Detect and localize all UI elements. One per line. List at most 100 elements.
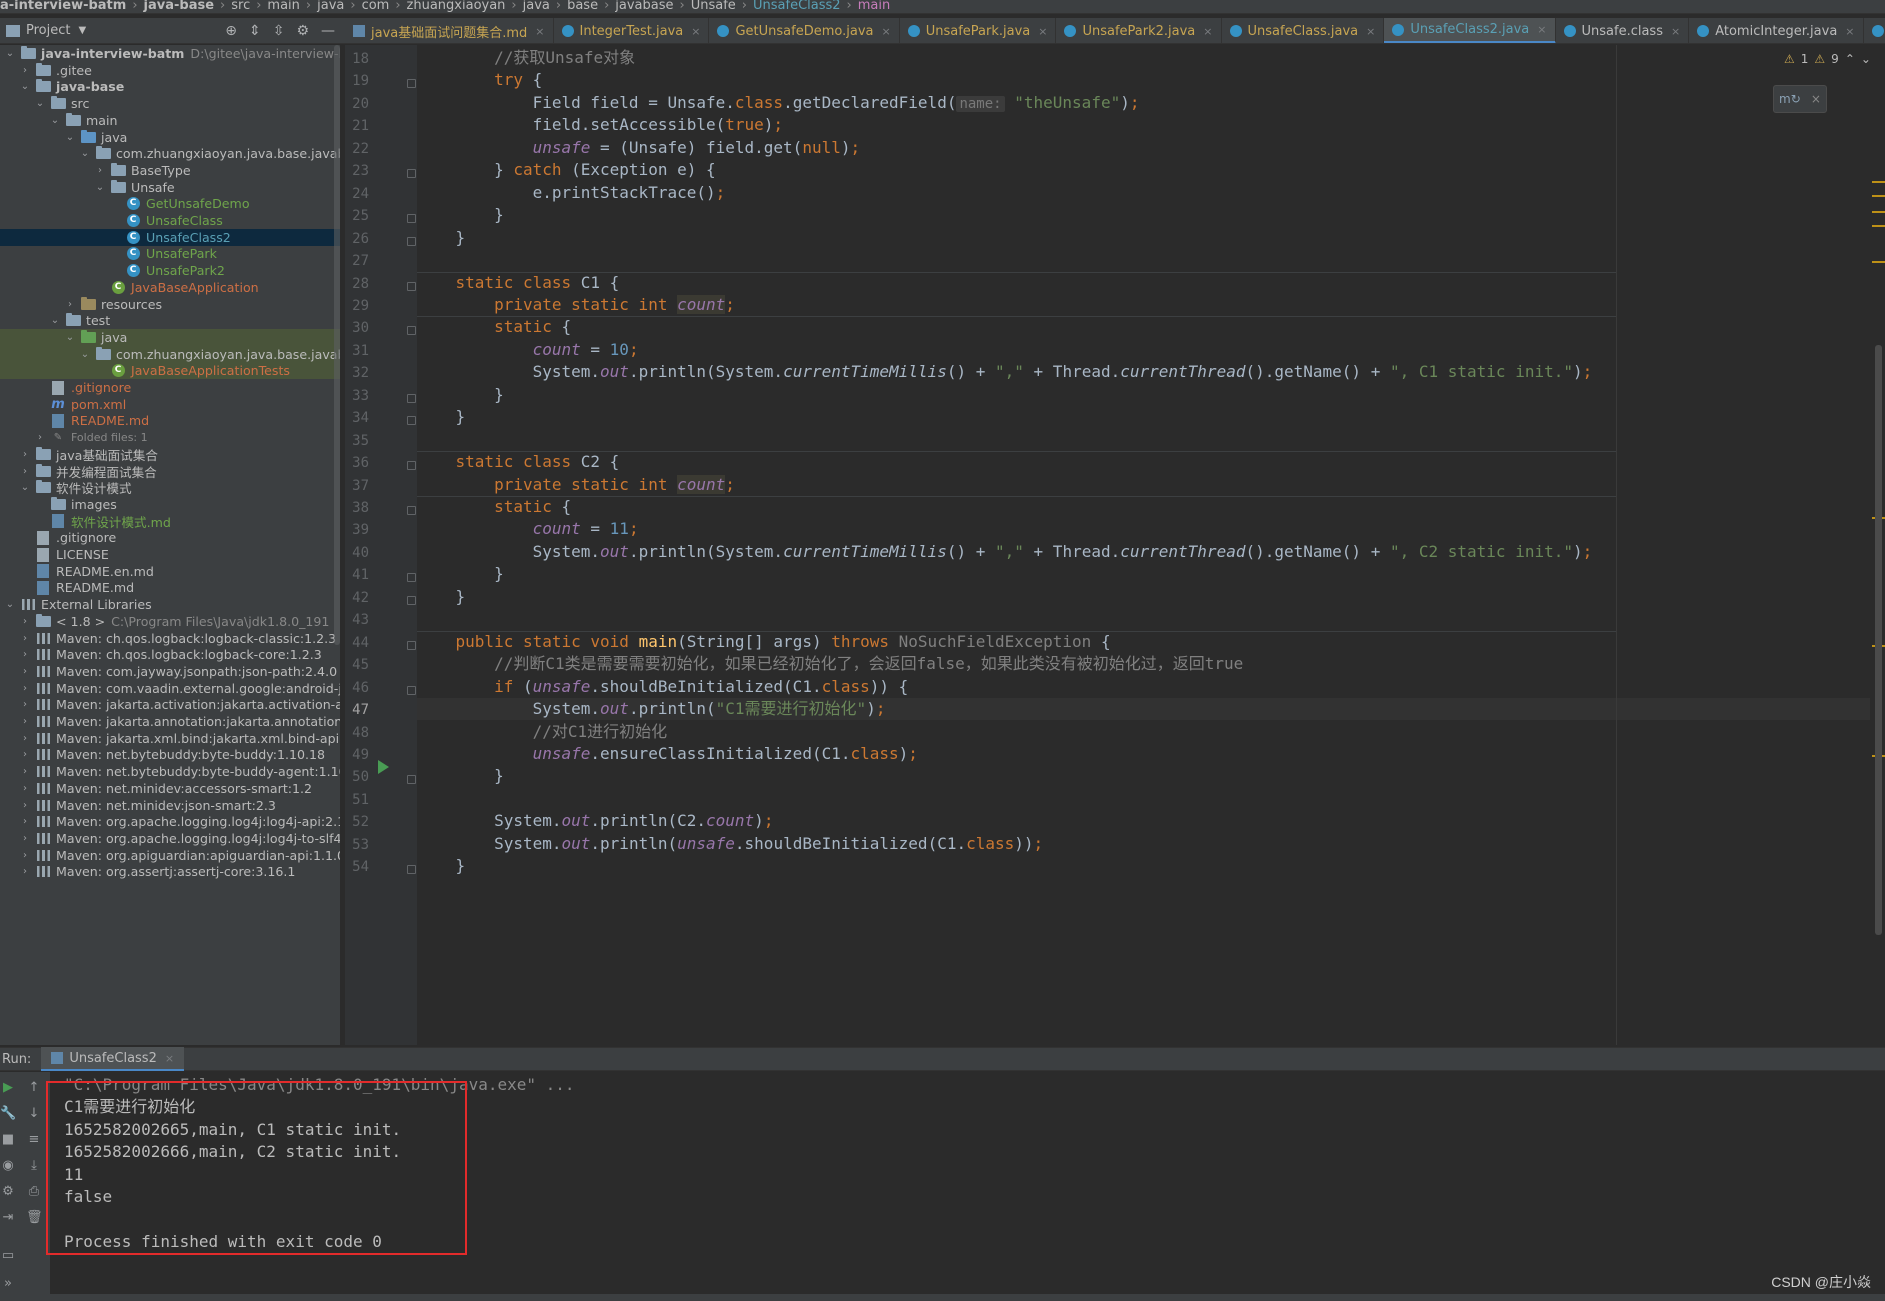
editor-tab[interactable]: java基础面试问题集合.md × [345, 18, 554, 43]
tree-item[interactable]: LICENSE [0, 546, 340, 563]
chevron-down-icon[interactable]: ⌄ [34, 98, 46, 109]
chevron-right-icon[interactable]: › [19, 833, 31, 844]
code-line[interactable]: static { [417, 316, 1870, 338]
code-line[interactable]: count = 11; [417, 518, 1870, 540]
chevron-right-icon[interactable]: › [19, 766, 31, 777]
chevron-right-icon[interactable]: › [19, 666, 31, 677]
chevron-down-icon[interactable]: ⌄ [49, 115, 61, 126]
chevron-down-icon[interactable]: ⌄ [79, 148, 91, 159]
code-line[interactable]: System.out.println(System.currentTimeMil… [417, 541, 1870, 563]
close-icon[interactable]: × [1671, 25, 1680, 38]
chevron-right-icon[interactable]: › [19, 649, 31, 660]
project-panel-title[interactable]: Project [26, 23, 70, 38]
breadcrumb-item[interactable]: a-interview-batm [0, 0, 126, 13]
breadcrumb-item[interactable]: com [362, 0, 390, 13]
chevron-down-icon[interactable]: ⌄ [64, 332, 76, 343]
warning-stripe[interactable] [1872, 211, 1885, 213]
tree-item[interactable]: › Maven: net.bytebuddy:byte-buddy:1.10.18 [0, 746, 340, 763]
fold-marker-icon[interactable] [407, 79, 416, 89]
tree-item[interactable]: › Maven: net.minidev:accessors-smart:1.2 [0, 780, 340, 797]
code-line[interactable] [417, 429, 1870, 451]
close-icon[interactable]: × [1038, 25, 1047, 38]
tree-item[interactable]: C UnsafePark2 [0, 262, 340, 279]
chevron-down-icon[interactable]: ⌄ [19, 81, 31, 92]
fold-marker-icon[interactable] [407, 461, 416, 471]
fold-marker-icon[interactable] [407, 775, 416, 785]
editor-tab[interactable]: IntegerTest.java × [554, 18, 710, 43]
code-line[interactable]: static class C2 { [417, 451, 1870, 473]
fold-marker-icon[interactable] [407, 236, 416, 246]
code-line[interactable] [417, 788, 1870, 810]
tree-item[interactable]: ⌄ java-interview-batm D:\gitee\java-interv… [0, 45, 340, 62]
chevron-right-icon[interactable]: › [19, 733, 31, 744]
tree-item[interactable]: ⌄ com.zhuangxiaoyan.java.base.javabase [0, 345, 340, 363]
tree-item[interactable]: README.md [0, 579, 340, 596]
scroll-to-end-icon[interactable]: ⤓ [26, 1158, 42, 1174]
tree-item[interactable]: › Maven: jakarta.xml.bind:jakarta.xml.bin… [0, 730, 340, 747]
tree-item[interactable]: C UnsafeClass [0, 212, 340, 229]
tree-item[interactable]: ⌄ External Libraries [0, 596, 340, 613]
code-line[interactable]: //判断C1类是需要需要初始化，如果已经初始化了，会返回false，如果此类没有… [417, 653, 1870, 675]
project-tree[interactable]: ⌄ java-interview-batm D:\gitee\java-interv… [0, 45, 340, 1045]
tree-item[interactable]: › Maven: org.assertj:assertj-core:3.16.1 [0, 863, 340, 880]
tree-item[interactable]: m pom.xml [0, 396, 340, 413]
breadcrumb-item[interactable]: java [523, 0, 550, 13]
stop-icon[interactable]: ■ [0, 1132, 16, 1148]
breadcrumb-item[interactable]: java-base [144, 0, 215, 13]
fold-marker-icon[interactable] [407, 416, 416, 426]
code-line[interactable]: if (unsafe.shouldBeInitialized(C1.class)… [417, 676, 1870, 698]
warning-stripe[interactable] [1872, 195, 1885, 197]
code-line[interactable]: } [417, 765, 1870, 787]
code-line[interactable]: e.printStackTrace(); [417, 182, 1870, 204]
code-line[interactable] [417, 249, 1870, 271]
tree-item[interactable]: ⌄ test [0, 312, 340, 329]
code-line[interactable]: static class C1 { [417, 272, 1870, 294]
chevron-down-icon[interactable]: ⌄ [19, 482, 31, 493]
chevron-down-icon[interactable]: ⌄ [94, 182, 106, 193]
code-line[interactable]: private static int count; [417, 474, 1870, 496]
tree-scrollbar[interactable] [334, 45, 340, 645]
close-icon[interactable]: × [535, 25, 544, 38]
code-line[interactable]: count = 10; [417, 339, 1870, 361]
fold-marker-icon[interactable] [407, 393, 416, 403]
chevron-right-icon[interactable]: › [19, 866, 31, 877]
code-line[interactable]: } catch (Exception e) { [417, 159, 1870, 181]
print-icon[interactable]: ⎙ [26, 1184, 42, 1200]
code-line[interactable]: try { [417, 69, 1870, 91]
camera-icon[interactable]: ◉ [0, 1158, 16, 1174]
tree-item[interactable]: ⌄ Unsafe [0, 179, 340, 196]
warning-stripe[interactable] [1872, 225, 1885, 227]
editor-tab[interactable]: AtomicInteger.java × [1689, 18, 1864, 43]
collapse-all-icon[interactable]: ⇳ [273, 23, 285, 39]
close-icon[interactable]: × [691, 25, 700, 38]
tree-item[interactable]: › BaseType [0, 162, 340, 179]
tree-item[interactable]: C JavaBaseApplication [0, 279, 340, 296]
tree-item[interactable]: 软件设计模式.md [0, 513, 340, 530]
tree-item[interactable]: C UnsafePark [0, 245, 340, 262]
expand-all-icon[interactable]: ⇕ [249, 23, 261, 39]
fold-marker-icon[interactable] [407, 640, 416, 650]
tree-item[interactable]: › 并发编程面试集合 [0, 463, 340, 480]
tree-item[interactable]: ⌄ main [0, 112, 340, 129]
code-line[interactable]: //对C1进行初始化 [417, 721, 1870, 743]
chevron-right-icon[interactable]: › [19, 466, 31, 477]
code-line[interactable]: } [417, 563, 1870, 585]
code-line[interactable]: } [417, 204, 1870, 226]
fold-marker-icon[interactable] [407, 865, 416, 875]
tree-item[interactable]: ⌄ java-base [0, 78, 340, 95]
breadcrumb-item[interactable]: Unsafe [691, 0, 736, 13]
chevron-down-icon[interactable]: ⌄ [4, 48, 16, 59]
breadcrumb-item[interactable]: zhuangxiaoyan [407, 0, 506, 13]
tree-item[interactable]: README.en.md [0, 563, 340, 580]
breadcrumb-item[interactable]: UnsafeClass2 [753, 0, 841, 13]
chevron-down-icon[interactable]: ⌄ [64, 132, 76, 143]
tree-item[interactable]: › Maven: org.apiguardian:apiguardian-api:… [0, 847, 340, 864]
code-line[interactable]: } [417, 855, 1870, 877]
close-icon[interactable]: × [1811, 92, 1821, 106]
editor-tab[interactable]: UnsafeClass.java × [1222, 18, 1385, 43]
chevron-right-icon[interactable]: › [64, 299, 76, 310]
tree-item[interactable]: C JavaBaseApplicationTests [0, 362, 340, 380]
code-editor[interactable]: //获取Unsafe对象 try { Field field = Unsafe.… [417, 45, 1870, 1045]
fold-marker-icon[interactable] [407, 169, 416, 179]
inspection-widget[interactable]: ⚠ 1 ⚠ 9 ⌃ ⌄ [1784, 50, 1879, 68]
